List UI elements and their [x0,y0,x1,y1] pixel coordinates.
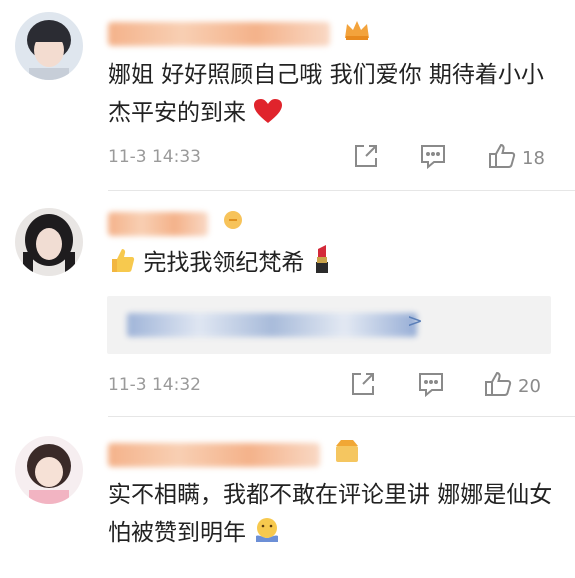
thumbs-up-icon [488,143,516,174]
share-button[interactable] [353,143,379,173]
comment-text: 娜姐 好好照顾自己哦 我们爱你 期待着小小杰平安的到来 [108,56,555,136]
comment-icon [420,143,446,174]
repost-more-link[interactable]: > [407,310,423,332]
timestamp: 11-3 14:32 [108,375,201,395]
crown-badge-icon [221,208,245,239]
like-count: 20 [518,375,541,397]
crown-badge-icon [333,438,361,471]
thumbs-up-icon [484,371,512,402]
avatar[interactable] [15,436,83,504]
comment-item: 娜姐 好好照顾自己哦 我们爱你 期待着小小杰平安的到来 11-3 14:33 1… [0,0,575,190]
comment-icon [418,371,444,402]
comment-text: 完找我领纪梵希 [108,244,555,286]
lipstick-emoji [312,244,332,286]
avatar[interactable] [15,208,83,276]
comment-item: 完找我领纪梵希 > 11-3 14:32 20 [0,190,575,416]
avatar[interactable] [15,12,83,80]
timestamp: 11-3 14:33 [108,147,201,167]
comment-button[interactable] [418,371,444,401]
thumbs-up-emoji [108,246,136,286]
share-icon [353,143,379,174]
username[interactable] [108,208,245,236]
comment-button[interactable] [420,143,446,173]
like-button[interactable]: 20 [484,371,541,401]
hug-emoji [253,516,281,556]
repost-text [127,313,417,337]
username[interactable] [108,438,361,467]
share-button[interactable] [350,371,376,401]
comment-item: 实不相瞒，我都不敢在评论里讲 娜娜是仙女 怕被赞到明年 [0,416,575,578]
heart-emoji [253,98,283,136]
like-count: 18 [522,147,545,169]
share-icon [350,371,376,402]
comment-meta: 11-3 14:32 20 [108,371,555,401]
comment-meta: 11-3 14:33 18 [108,143,555,173]
like-button[interactable]: 18 [488,143,545,173]
crown-badge-icon [343,18,371,49]
repost-box[interactable]: > [107,296,551,354]
comment-text: 实不相瞒，我都不敢在评论里讲 娜娜是仙女 怕被赞到明年 [108,476,555,556]
username[interactable] [108,18,371,46]
